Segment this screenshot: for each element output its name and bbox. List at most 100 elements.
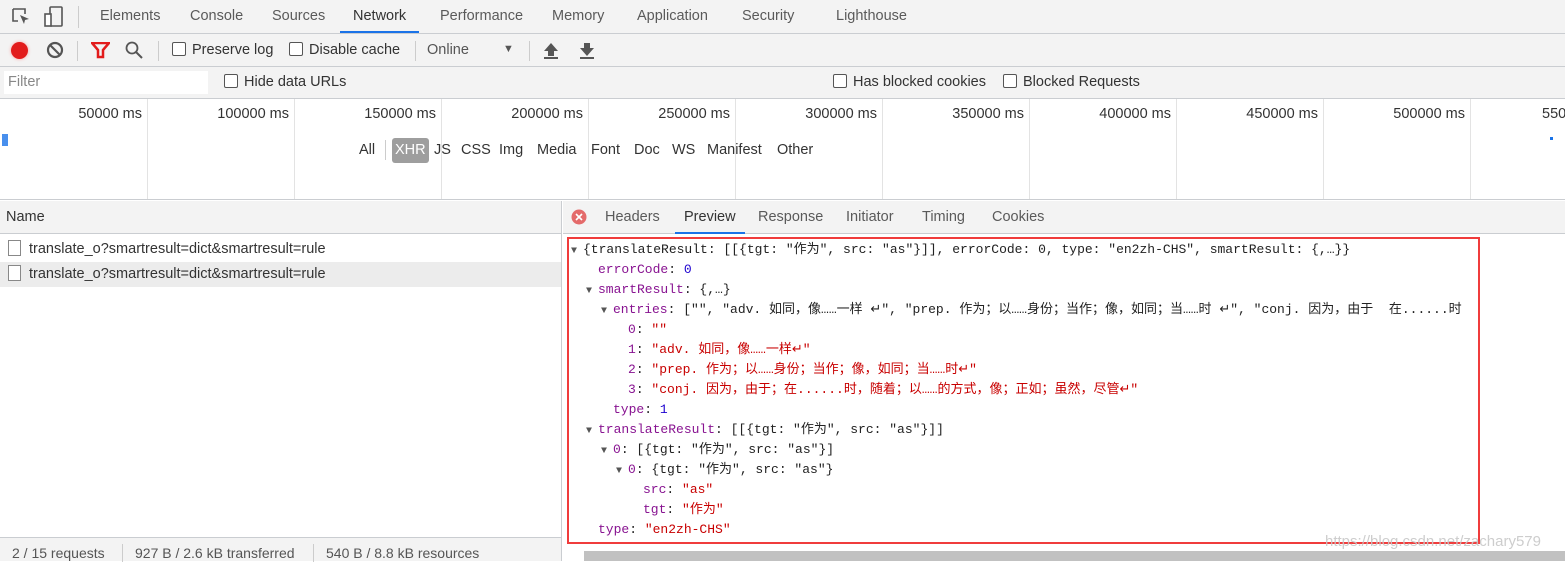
timeline-tick-label: 400000 ms <box>1099 106 1171 122</box>
request-row[interactable]: translate_o?smartresult=dict&smartresult… <box>0 237 561 262</box>
expand-triangle-icon[interactable]: ▼ <box>601 442 613 462</box>
preview-token: type <box>613 402 645 417</box>
request-row[interactable]: translate_o?smartresult=dict&smartresult… <box>0 262 561 287</box>
watermark: https://blog.csdn.net/zachary579 <box>1325 533 1541 550</box>
timeline-tick-label: 500000 ms <box>1393 106 1465 122</box>
timeline-tick-label: 350000 ms <box>952 106 1024 122</box>
preview-token: 3 <box>628 382 636 397</box>
timeline-gridline <box>294 99 295 199</box>
disable-cache-label: Disable cache <box>309 42 401 58</box>
timeline-tick-label: 550 <box>1542 106 1565 122</box>
timeline-tick-label: 150000 ms <box>364 106 436 122</box>
timeline-tick-label: 450000 ms <box>1246 106 1318 122</box>
tab-lighthouse[interactable]: Lighthouse <box>836 0 907 33</box>
detail-tab-bar: Headers Preview Response Initiator Timing Coo… <box>563 201 1565 234</box>
timeline-tick-label: 200000 ms <box>511 106 583 122</box>
tab-elements[interactable]: Elements <box>100 0 160 33</box>
request-name: translate_o?smartresult=dict&smartresult… <box>29 266 326 282</box>
devtools-tab-bar: Elements Console Sources Network Performance… <box>0 0 1565 34</box>
detail-tab-timing[interactable]: Timing <box>922 201 965 234</box>
preview-token: entries <box>613 302 668 317</box>
preview-line: 2: "prep. 作为；以……身份；当作；像，如同；当……时↵" <box>569 360 977 380</box>
preview-token: "en2zh-CHS" <box>644 522 731 537</box>
preview-token: "prep. 作为；以……身份；当作；像，如同；当……时↵" <box>651 362 977 377</box>
timeline-gridline <box>882 99 883 199</box>
disable-cache-checkbox[interactable]: Disable cache <box>289 42 400 58</box>
detail-tab-headers[interactable]: Headers <box>605 201 660 234</box>
preview-token: 2 <box>628 362 636 377</box>
tab-sources[interactable]: Sources <box>272 0 325 33</box>
timeline-request-bar <box>2 134 8 146</box>
preview-line: ▼ translateResult: [[{tgt: "作为", src: "as… <box>569 420 944 440</box>
export-har-icon[interactable] <box>579 42 595 59</box>
preview-token: "as" <box>682 482 714 497</box>
blocked-requests-checkbox[interactable]: Blocked Requests <box>1003 74 1140 90</box>
preview-token: 0 <box>613 442 621 457</box>
hide-data-urls-checkbox[interactable]: Hide data URLs <box>224 74 346 90</box>
preview-token: : <box>629 522 645 537</box>
detail-tab-cookies[interactable]: Cookies <box>992 201 1044 234</box>
tab-network[interactable]: Network <box>340 0 420 33</box>
close-detail-icon[interactable] <box>571 209 587 225</box>
detail-tab-preview[interactable]: Preview <box>675 201 745 234</box>
requests-count: 2 / 15 requests <box>12 545 105 561</box>
filter-icon[interactable] <box>91 42 110 59</box>
network-toolbar: Preserve log Disable cache Online ▼ <box>0 34 1565 67</box>
tab-security[interactable]: Security <box>742 0 794 33</box>
tab-console[interactable]: Console <box>190 0 243 33</box>
filter-placeholder: Filter <box>8 74 41 90</box>
request-name: translate_o?smartresult=dict&smartresult… <box>29 241 326 257</box>
preview-token: : {tgt: "作为", src: "as"} <box>635 462 834 477</box>
record-button[interactable] <box>11 42 28 59</box>
expand-triangle-icon[interactable]: ▼ <box>586 422 598 442</box>
name-column-header[interactable]: Name <box>0 201 561 234</box>
timeline-overview[interactable]: 50000 ms 100000 ms 150000 ms 200000 ms 25000… <box>0 99 1565 200</box>
filter-input[interactable]: Filter <box>4 71 208 94</box>
preview-token: : <box>635 362 652 377</box>
preview-line: ▼ smartResult: {,…} <box>569 280 731 300</box>
import-har-icon[interactable] <box>543 42 559 59</box>
expand-triangle-icon[interactable]: ▼ <box>601 302 613 322</box>
device-toolbar-icon[interactable] <box>43 6 65 28</box>
preserve-log-checkbox[interactable]: Preserve log <box>172 42 273 58</box>
preview-line: ▼ {translateResult: [[{tgt: "作为", src: "a… <box>569 240 1350 260</box>
horizontal-scrollbar[interactable] <box>584 551 1565 561</box>
detail-tab-initiator[interactable]: Initiator <box>846 201 894 234</box>
timeline-gridline <box>735 99 736 199</box>
detail-tab-response[interactable]: Response <box>758 201 823 234</box>
preview-overflow <box>1482 237 1565 257</box>
tab-application[interactable]: Application <box>637 0 708 33</box>
timeline-gridline <box>1029 99 1030 199</box>
preview-token: : <box>635 382 652 397</box>
preview-token: 1 <box>659 402 668 417</box>
hide-data-urls-label: Hide data URLs <box>244 74 347 90</box>
preview-line: 0: "" <box>569 320 667 340</box>
tab-performance[interactable]: Performance <box>440 0 523 33</box>
preview-line: 3: "conj. 因为，由于；在......时，随着；以……的方式，像；正如；… <box>569 380 1138 400</box>
preview-token: "adv. 如同，像……一样↵" <box>651 342 811 357</box>
expand-triangle-icon[interactable]: ▼ <box>616 462 628 482</box>
has-blocked-cookies-checkbox[interactable]: Has blocked cookies <box>833 74 986 90</box>
preview-token: : <box>666 482 683 497</box>
clear-icon[interactable] <box>46 41 64 59</box>
blocked-requests-label: Blocked Requests <box>1023 74 1140 90</box>
preview-line: type: 1 <box>569 400 668 420</box>
preview-token: "conj. 因为，由于；在......时，随着；以……的方式，像；正如；虽然，… <box>651 382 1139 397</box>
preview-line: src: "as" <box>569 480 713 500</box>
status-bar: 2 / 15 requests 927 B / 2.6 kB transferr… <box>0 537 562 562</box>
inspect-element-icon[interactable] <box>11 7 31 27</box>
tab-memory[interactable]: Memory <box>552 0 604 33</box>
timeline-tick-label: 100000 ms <box>217 106 289 122</box>
preview-highlight-box: ▼ {translateResult: [[{tgt: "作为", src: "a… <box>567 237 1480 544</box>
expand-triangle-icon[interactable]: ▼ <box>571 242 583 262</box>
preview-line: ▼ 0: {tgt: "作为", src: "as"} <box>569 460 833 480</box>
preview-token: tgt <box>643 502 667 517</box>
search-icon[interactable] <box>125 41 144 60</box>
request-list: Name translate_o?smartresult=dict&smartr… <box>0 201 562 537</box>
throttling-select[interactable]: Online ▼ <box>427 42 517 58</box>
timeline-gridline <box>588 99 589 199</box>
name-header-label: Name <box>6 209 45 225</box>
preserve-log-label: Preserve log <box>192 42 274 58</box>
preview-line: ▼ 0: [{tgt: "作为", src: "as"}] <box>569 440 834 460</box>
expand-triangle-icon[interactable]: ▼ <box>586 282 598 302</box>
